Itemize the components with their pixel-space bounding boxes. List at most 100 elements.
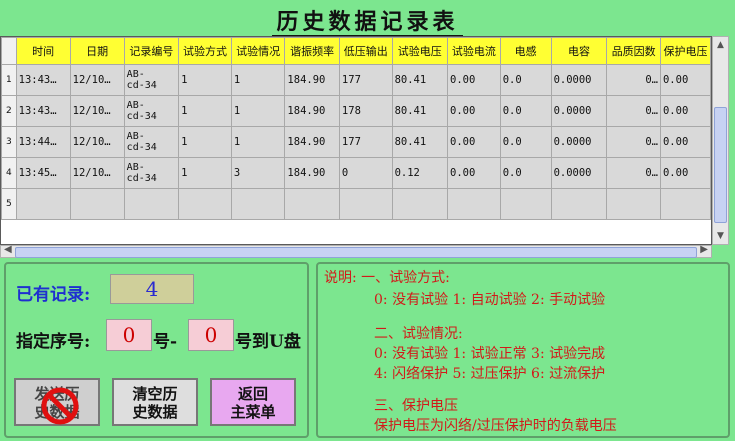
cell-test-current[interactable]: 0.00 <box>447 157 501 189</box>
cell-date[interactable]: 12/10… <box>69 126 125 158</box>
cell-time[interactable]: 13:43… <box>15 64 71 96</box>
cell-resonant-freq[interactable]: 184.90 <box>284 64 340 96</box>
cell-inductance[interactable]: 0.0 <box>499 64 552 96</box>
cell-capacitance[interactable]: 0.0000 <box>550 95 608 127</box>
cell-record-id[interactable]: AB-cd-34 <box>123 95 180 127</box>
back-main-menu-button[interactable]: 返回 主菜单 <box>210 378 296 426</box>
cell-test-current[interactable]: 0.00 <box>447 64 501 96</box>
cell-test-mode[interactable] <box>178 188 232 220</box>
col-header-low-voltage-out[interactable]: 低压输出 <box>338 37 393 65</box>
cell-test-mode[interactable]: 1 <box>178 64 232 96</box>
cell-date[interactable] <box>69 188 125 220</box>
cell-inductance[interactable]: 0.0 <box>499 126 552 158</box>
col-header-test-current[interactable]: 试验电流 <box>447 37 501 65</box>
col-header-test-voltage[interactable]: 试验电压 <box>391 37 449 65</box>
scroll-right-icon[interactable]: ▶ <box>700 244 708 255</box>
cell-test-mode[interactable]: 1 <box>178 157 232 189</box>
cell-capacitance[interactable] <box>550 188 608 220</box>
scroll-down-icon[interactable]: ▼ <box>713 228 728 244</box>
cell-protect-voltage[interactable]: 0.00 <box>659 157 711 189</box>
cell-low-voltage-out[interactable]: 0 <box>338 157 393 189</box>
scroll-up-icon[interactable]: ▲ <box>713 37 728 53</box>
cell-time[interactable]: 13:43… <box>15 95 71 127</box>
row-number-cell[interactable]: 1 <box>1 64 17 96</box>
row-number-cell[interactable]: 4 <box>1 157 17 189</box>
horizontal-scrollbar[interactable]: ◀ ▶ <box>0 244 712 258</box>
cell-quality-factor[interactable]: 0… <box>606 157 661 189</box>
cell-quality-factor[interactable]: 0… <box>606 64 661 96</box>
cell-test-current[interactable]: 0.00 <box>447 95 501 127</box>
cell-test-status[interactable]: 3 <box>230 157 286 189</box>
cell-test-voltage[interactable]: 0.12 <box>391 157 449 189</box>
clear-history-button[interactable]: 清空历 史数据 <box>112 378 198 426</box>
cell-quality-factor[interactable]: 0… <box>606 126 661 158</box>
table-row[interactable]: 2 13:43… 12/10… AB-cd-34 1 1 184.90 178 80.41 0.0… <box>1 95 711 127</box>
vertical-scroll-thumb[interactable] <box>714 107 727 223</box>
col-header-capacitance[interactable]: 电容 <box>550 37 608 65</box>
table-row[interactable]: 5 <box>1 188 711 220</box>
cell-date[interactable]: 12/10… <box>69 64 125 96</box>
cell-capacitance[interactable]: 0.0000 <box>550 126 608 158</box>
cell-test-current[interactable] <box>447 188 501 220</box>
cell-resonant-freq[interactable]: 184.90 <box>284 95 340 127</box>
cell-test-current[interactable]: 0.00 <box>447 126 501 158</box>
cell-inductance[interactable] <box>499 188 552 220</box>
col-header-quality-factor[interactable]: 品质因数 <box>606 37 661 65</box>
cell-time[interactable]: 13:44… <box>15 126 71 158</box>
col-header-time[interactable]: 时间 <box>15 37 71 65</box>
cell-protect-voltage[interactable] <box>659 188 711 220</box>
cell-quality-factor[interactable] <box>606 188 661 220</box>
cell-test-status[interactable]: 1 <box>230 64 286 96</box>
table-row[interactable]: 1 13:43… 12/10… AB-cd-34 1 1 184.90 177 80.41 0.0… <box>1 64 711 96</box>
cell-resonant-freq[interactable]: 184.90 <box>284 126 340 158</box>
cell-record-id[interactable]: AB-cd-34 <box>123 64 180 96</box>
cell-resonant-freq[interactable]: 184.90 <box>284 157 340 189</box>
cell-record-id[interactable]: AB-cd-34 <box>123 157 180 189</box>
cell-time[interactable]: 13:45… <box>15 157 71 189</box>
col-header-record-id[interactable]: 记录编号 <box>123 37 180 65</box>
cell-test-voltage[interactable]: 80.41 <box>391 64 449 96</box>
seq-to-input[interactable]: 0 <box>188 319 234 351</box>
horizontal-scroll-thumb[interactable] <box>15 247 697 258</box>
cell-test-voltage[interactable] <box>391 188 449 220</box>
scroll-left-icon[interactable]: ◀ <box>4 244 12 255</box>
seq-from-input[interactable]: 0 <box>106 319 152 351</box>
cell-time[interactable] <box>15 188 71 220</box>
cell-test-mode[interactable]: 1 <box>178 126 232 158</box>
cell-inductance[interactable]: 0.0 <box>499 95 552 127</box>
cell-test-status[interactable] <box>230 188 286 220</box>
table-row[interactable]: 3 13:44… 12/10… AB-cd-34 1 1 184.90 177 80.41 0.0… <box>1 126 711 158</box>
cell-low-voltage-out[interactable]: 177 <box>338 64 393 96</box>
cell-record-id[interactable]: AB-cd-34 <box>123 126 180 158</box>
cell-low-voltage-out[interactable]: 177 <box>338 126 393 158</box>
cell-test-voltage[interactable]: 80.41 <box>391 95 449 127</box>
cell-date[interactable]: 12/10… <box>69 95 125 127</box>
row-number-cell[interactable]: 3 <box>1 126 17 158</box>
cell-capacitance[interactable]: 0.0000 <box>550 64 608 96</box>
cell-test-status[interactable]: 1 <box>230 126 286 158</box>
cell-record-id[interactable] <box>123 188 180 220</box>
cell-test-status[interactable]: 1 <box>230 95 286 127</box>
col-header-protect-voltage[interactable]: 保护电压 <box>659 37 711 65</box>
col-header-inductance[interactable]: 电感 <box>499 37 552 65</box>
cell-test-mode[interactable]: 1 <box>178 95 232 127</box>
send-history-button[interactable]: 发送历 史数据 <box>14 378 100 426</box>
history-data-grid[interactable]: 时间 日期 记录编号 试验方式 试验情况 谐振频率 低压输出 试验电压 试验电流… <box>0 36 712 245</box>
cell-low-voltage-out[interactable]: 178 <box>338 95 393 127</box>
table-row[interactable]: 4 13:45… 12/10… AB-cd-34 1 3 184.90 0 0.12 0.00 0.… <box>1 157 711 189</box>
cell-test-voltage[interactable]: 80.41 <box>391 126 449 158</box>
cell-quality-factor[interactable]: 0… <box>606 95 661 127</box>
cell-date[interactable]: 12/10… <box>69 157 125 189</box>
cell-protect-voltage[interactable]: 0.00 <box>659 95 711 127</box>
col-header-resonant-freq[interactable]: 谐振频率 <box>284 37 340 65</box>
row-number-cell[interactable]: 2 <box>1 95 17 127</box>
cell-inductance[interactable]: 0.0 <box>499 157 552 189</box>
vertical-scrollbar[interactable]: ▲ ▼ <box>712 36 729 245</box>
col-header-date[interactable]: 日期 <box>69 37 125 65</box>
cell-protect-voltage[interactable]: 0.00 <box>659 64 711 96</box>
col-header-test-mode[interactable]: 试验方式 <box>178 37 232 65</box>
row-number-cell[interactable]: 5 <box>1 188 17 220</box>
cell-resonant-freq[interactable] <box>284 188 340 220</box>
cell-protect-voltage[interactable]: 0.00 <box>659 126 711 158</box>
cell-capacitance[interactable]: 0.0000 <box>550 157 608 189</box>
